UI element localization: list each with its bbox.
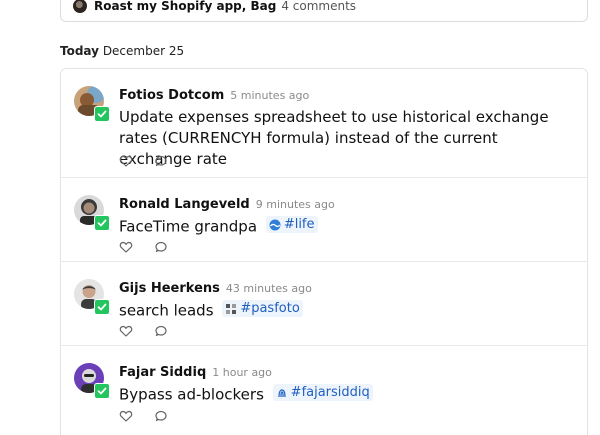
feed-entry: Fajar Siddiq 1 hour ago Bypass ad-blocke… bbox=[61, 345, 587, 435]
heart-icon[interactable] bbox=[119, 408, 133, 422]
author-name[interactable]: Gijs Heerkens bbox=[119, 281, 220, 296]
date-header-date: December 25 bbox=[102, 44, 185, 58]
todo-body: FaceTime grandpa bbox=[119, 217, 258, 236]
feed-entry: Fotios Dotcom 5 minutes ago Update expen… bbox=[61, 69, 587, 177]
project-tag-label: #fajarsiddiq bbox=[290, 385, 370, 400]
feed-entry: Ronald Langeveld 9 minutes ago FaceTime … bbox=[61, 177, 587, 261]
avatar[interactable] bbox=[74, 279, 112, 317]
project-tag-label: #life bbox=[283, 217, 315, 232]
comment-bubble-icon[interactable] bbox=[154, 153, 168, 167]
author-name[interactable]: Fajar Siddiq bbox=[119, 365, 206, 380]
wave-icon bbox=[269, 219, 281, 231]
comment-bubble-icon[interactable] bbox=[154, 323, 168, 337]
todo-text: FaceTime grandpa #life bbox=[119, 216, 559, 238]
comment-count[interactable]: 4 comments bbox=[281, 0, 356, 13]
author-name[interactable]: Fotios Dotcom bbox=[119, 88, 224, 103]
comment-bubble-icon[interactable] bbox=[154, 239, 168, 253]
author-name[interactable]: Ronald Langeveld bbox=[119, 197, 250, 212]
checkmark-icon bbox=[94, 383, 110, 399]
project-tag-label: #pasfoto bbox=[240, 301, 300, 316]
date-header-day: Today bbox=[60, 44, 99, 58]
activity-feed: Fotios Dotcom 5 minutes ago Update expen… bbox=[60, 68, 588, 435]
previous-post-card[interactable]: Roast my Shopify app, Bag 4 comments bbox=[60, 0, 588, 22]
comment-bubble-icon[interactable] bbox=[154, 408, 168, 422]
todo-text: Bypass ad-blockers #fajarsiddiq bbox=[119, 384, 559, 406]
avatar bbox=[73, 0, 87, 13]
avatar[interactable] bbox=[74, 363, 112, 401]
avatar[interactable] bbox=[74, 195, 112, 233]
heart-icon[interactable] bbox=[119, 239, 133, 253]
project-tag[interactable]: #life bbox=[265, 216, 318, 233]
checkmark-icon bbox=[94, 299, 110, 315]
heart-icon[interactable] bbox=[119, 323, 133, 337]
checkmark-icon bbox=[94, 106, 110, 122]
timestamp[interactable]: 5 minutes ago bbox=[230, 89, 309, 102]
fingerprint-icon bbox=[276, 387, 288, 399]
post-title[interactable]: Roast my Shopify app, Bag bbox=[94, 0, 276, 13]
project-tag[interactable]: #fajarsiddiq bbox=[272, 384, 373, 401]
heart-icon[interactable] bbox=[119, 153, 133, 167]
avatar[interactable] bbox=[74, 86, 112, 124]
checkmark-icon bbox=[94, 215, 110, 231]
todo-body: search leads bbox=[119, 301, 214, 320]
timestamp[interactable]: 43 minutes ago bbox=[226, 282, 312, 295]
timestamp[interactable]: 1 hour ago bbox=[212, 366, 272, 379]
timestamp[interactable]: 9 minutes ago bbox=[256, 198, 335, 211]
feed-entry: Gijs Heerkens 43 minutes ago search lead… bbox=[61, 261, 587, 345]
project-tag[interactable]: #pasfoto bbox=[222, 300, 303, 317]
pixel-icon bbox=[225, 303, 237, 315]
todo-body: Bypass ad-blockers bbox=[119, 385, 264, 404]
date-header: Today December 25 bbox=[60, 44, 184, 58]
todo-text: search leads #pasfoto bbox=[119, 300, 559, 322]
